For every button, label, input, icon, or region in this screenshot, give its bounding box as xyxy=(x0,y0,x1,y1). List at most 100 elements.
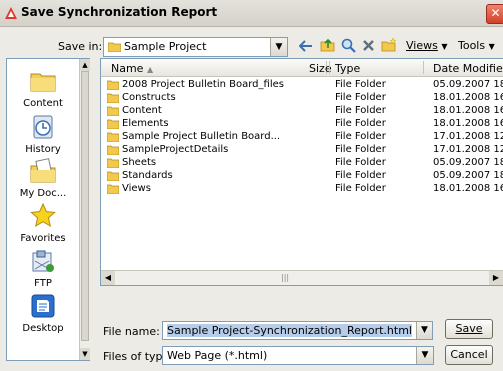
folder-icon xyxy=(30,73,56,92)
folder-icon xyxy=(107,106,119,116)
close-button[interactable]: ✕ xyxy=(486,4,503,24)
list-item[interactable]: Sample Project Bulletin Board... File Fol… xyxy=(101,131,503,143)
file-type: File Folder xyxy=(335,170,386,181)
save-in-dropdown[interactable]: Sample Project ▼ xyxy=(103,37,288,57)
title-bar[interactable]: Save Synchronization Report ✕ xyxy=(0,0,503,27)
place-favorites[interactable]: Favorites xyxy=(7,202,79,244)
folder-icon xyxy=(107,184,119,194)
place-label: My Doc... xyxy=(19,188,67,199)
file-date: 17.01.2008 12:15 xyxy=(433,144,503,155)
file-date: 05.09.2007 18:38 xyxy=(433,79,503,90)
file-type-value: Web Page (*.html) xyxy=(167,349,268,362)
cancel-button[interactable]: Cancel xyxy=(445,345,493,365)
file-name: SampleProjectDetails xyxy=(122,144,229,155)
search-icon[interactable] xyxy=(341,38,356,53)
folder-icon xyxy=(108,42,121,52)
scroll-thumb[interactable] xyxy=(81,71,89,341)
file-date: 18.01.2008 16:34 xyxy=(433,92,503,103)
column-name[interactable]: Name ▲ xyxy=(111,62,153,75)
list-item[interactable]: Constructs File Folder 18.01.2008 16:34 xyxy=(101,92,503,104)
list-item[interactable]: Content File Folder 18.01.2008 16:33 xyxy=(101,105,503,117)
file-type: File Folder xyxy=(335,92,386,103)
places-bar: Content History My Doc... Favorites FTP … xyxy=(6,58,90,361)
file-name-value: Sample Project-Synchronization_Report.ht… xyxy=(167,324,412,337)
file-date: 05.09.2007 18:38 xyxy=(433,157,503,168)
tools-menu[interactable]: Tools ▼ xyxy=(458,37,495,55)
tools-label: Tools xyxy=(458,39,486,52)
ftp-icon xyxy=(32,250,54,272)
file-name: Views xyxy=(122,183,151,194)
list-item[interactable]: SampleProjectDetails File Folder 17.01.200… xyxy=(101,144,503,156)
file-type: File Folder xyxy=(335,79,386,90)
save-button[interactable]: Save xyxy=(445,319,493,339)
scroll-grip-icon[interactable]: ||| xyxy=(281,273,289,282)
place-ftp[interactable]: FTP xyxy=(7,247,79,289)
folder-icon xyxy=(107,93,119,103)
list-header: Name ▲ Size Type Date Modified xyxy=(101,59,503,77)
file-date: 18.01.2008 16:34 xyxy=(433,118,503,129)
history-icon xyxy=(33,115,53,139)
star-icon xyxy=(30,202,56,228)
file-type-dropdown[interactable]: Web Page (*.html) ▼ xyxy=(162,346,434,365)
scroll-left-icon[interactable]: ◀ xyxy=(101,271,115,285)
chevron-down-icon[interactable]: ▼ xyxy=(270,38,287,56)
file-name: Sample Project Bulletin Board... xyxy=(122,131,281,142)
file-name: Sheets xyxy=(122,157,157,168)
views-menu[interactable]: Views ▼ xyxy=(406,37,448,55)
list-item[interactable]: Views File Folder 18.01.2008 16:34 xyxy=(101,183,503,195)
place-history[interactable]: History xyxy=(7,113,79,155)
list-item[interactable]: 2008 Project Bulletin Board_files File Fo… xyxy=(101,79,503,91)
save-label: Save xyxy=(455,322,483,335)
list-item[interactable]: Sheets File Folder 05.09.2007 18:38 xyxy=(101,157,503,169)
save-in-value: Sample Project xyxy=(124,40,207,53)
place-label: Desktop xyxy=(22,323,64,334)
file-date: 05.09.2007 18:38 xyxy=(433,170,503,181)
folder-icon xyxy=(107,171,119,181)
column-name-label: Name xyxy=(111,62,144,75)
dialog-title: Save Synchronization Report xyxy=(21,5,218,19)
save-in-label: Save in: xyxy=(58,40,103,53)
views-label: Views xyxy=(406,39,438,52)
back-icon[interactable] xyxy=(299,40,313,52)
place-label: History xyxy=(25,144,61,155)
delete-icon[interactable] xyxy=(362,39,375,52)
file-type: File Folder xyxy=(335,183,386,194)
column-type[interactable]: Type xyxy=(335,62,360,75)
file-name: Standards xyxy=(122,170,173,181)
file-type: File Folder xyxy=(335,118,386,129)
column-separator xyxy=(329,61,330,74)
file-date: 18.01.2008 16:33 xyxy=(433,105,503,116)
file-name: Elements xyxy=(122,118,169,129)
file-name-input[interactable]: Sample Project-Synchronization_Report.ht… xyxy=(162,321,419,340)
file-date: 18.01.2008 16:34 xyxy=(433,183,503,194)
file-type: File Folder xyxy=(335,105,386,116)
place-desktop[interactable]: Desktop xyxy=(7,292,79,334)
column-date[interactable]: Date Modified xyxy=(433,62,503,75)
place-label: FTP xyxy=(34,278,52,289)
scroll-right-icon[interactable]: ▶ xyxy=(489,271,503,285)
file-name-dropdown[interactable]: ▼ xyxy=(416,321,433,340)
chevron-down-icon[interactable]: ▼ xyxy=(416,322,432,339)
desktop-icon xyxy=(31,294,55,318)
file-list: Name ▲ Size Type Date Modified 2008 Proj… xyxy=(100,58,503,286)
my-documents-icon xyxy=(30,158,56,183)
list-item[interactable]: Elements File Folder 18.01.2008 16:34 xyxy=(101,118,503,130)
places-scrollbar[interactable]: ▲ ▼ xyxy=(79,59,90,360)
scroll-up-icon[interactable]: ▲ xyxy=(80,59,90,71)
chevron-down-icon[interactable]: ▼ xyxy=(416,347,433,364)
new-folder-icon[interactable] xyxy=(381,37,397,52)
sort-up-icon: ▲ xyxy=(146,65,154,74)
folder-icon xyxy=(107,145,119,155)
up-folder-icon[interactable] xyxy=(320,38,335,52)
horizontal-scrollbar[interactable]: ◀ ||| ▶ xyxy=(101,270,503,285)
file-name-label: File name: xyxy=(103,325,160,338)
folder-icon xyxy=(107,132,119,142)
scroll-down-icon[interactable]: ▼ xyxy=(80,348,90,360)
file-type: File Folder xyxy=(335,144,386,155)
app-logo-icon xyxy=(5,7,17,19)
file-type: File Folder xyxy=(335,157,386,168)
place-my-documents[interactable]: My Doc... xyxy=(7,157,79,199)
place-label: Favorites xyxy=(20,233,66,244)
place-content[interactable]: Content xyxy=(7,67,79,109)
list-item[interactable]: Standards File Folder 05.09.2007 18:38 xyxy=(101,170,503,182)
